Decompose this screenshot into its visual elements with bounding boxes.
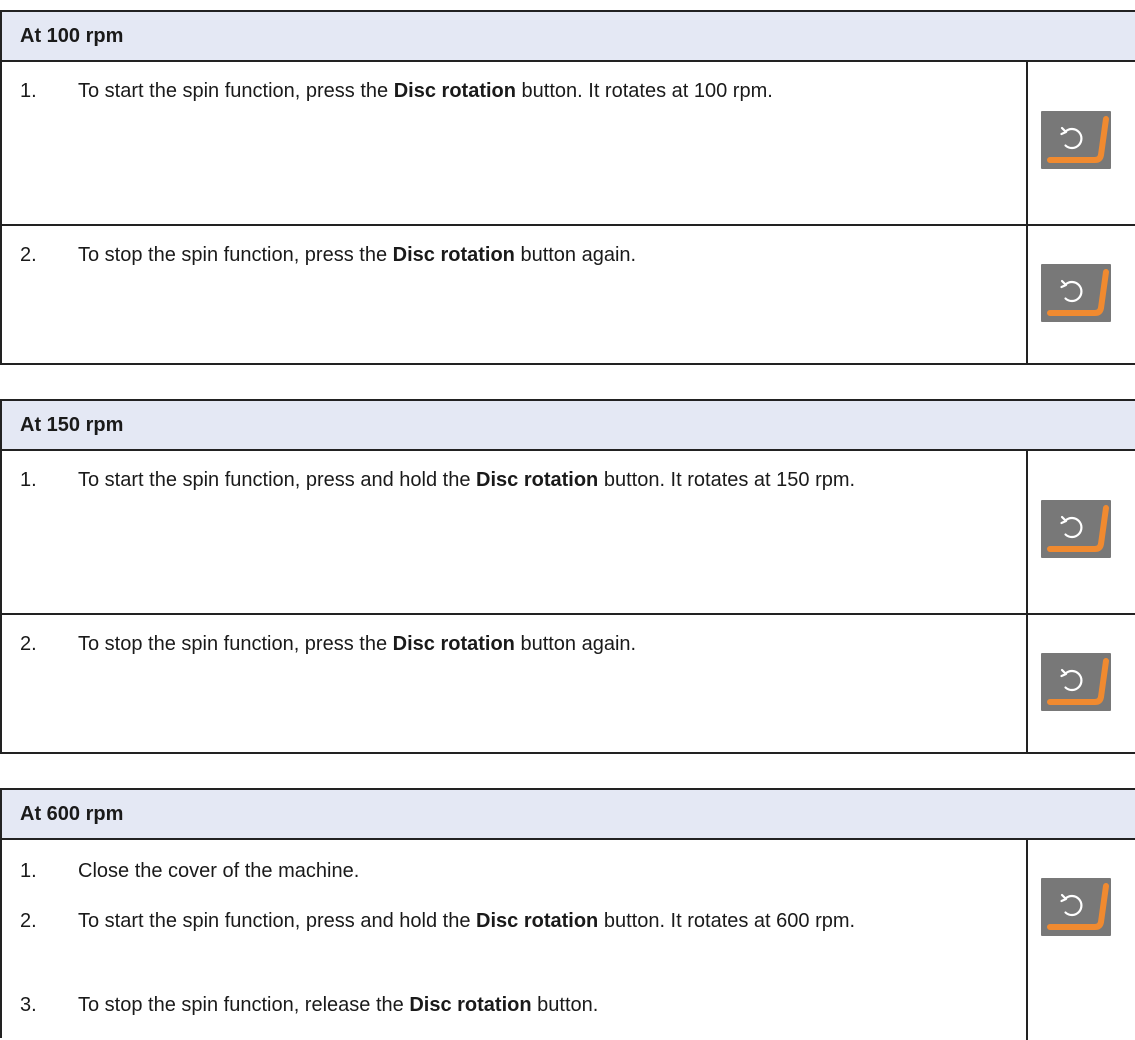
orange-accent-icon <box>1047 505 1109 552</box>
step-number: 3. <box>20 994 37 1016</box>
section-100-rpm: At 100 rpm 1. To start the spin function… <box>0 10 1135 365</box>
rotation-arrow-icon <box>1064 516 1083 539</box>
column-divider <box>1026 226 1028 363</box>
disc-rotation-button <box>1041 264 1111 322</box>
column-divider <box>1026 615 1028 752</box>
step-number: 1. <box>20 80 37 102</box>
column-divider <box>1026 451 1028 613</box>
orange-accent-icon <box>1047 658 1109 705</box>
rotation-arrow-icon <box>1064 894 1083 917</box>
section-600-rpm: At 600 rpm 1. Close the cover of the mac… <box>0 788 1135 1040</box>
section-title: At 600 rpm <box>2 790 1135 840</box>
column-divider <box>1026 840 1028 1040</box>
orange-accent-icon <box>1047 883 1109 930</box>
section-title: At 100 rpm <box>2 12 1135 62</box>
control-name: Disc rotation <box>392 633 515 655</box>
section-title: At 150 rpm <box>2 401 1135 451</box>
disc-rotation-button <box>1041 653 1111 711</box>
arrow-head-icon <box>1060 515 1068 525</box>
control-name: Disc rotation <box>476 469 599 491</box>
rotation-arrow-icon <box>1064 280 1083 303</box>
disc-rotation-icon <box>1047 883 1109 930</box>
step-row: 1. To start the spin function, press and… <box>2 451 1135 613</box>
rotation-arrow-icon <box>1064 669 1083 692</box>
disc-rotation-icon <box>1047 505 1109 552</box>
disc-rotation-button <box>1041 500 1111 558</box>
step-row: 1. To start the spin function, press the… <box>2 62 1135 224</box>
control-name: Disc rotation <box>392 244 515 266</box>
step-number: 1. <box>20 860 37 882</box>
arrow-head-icon <box>1060 893 1068 903</box>
step-row: 2. To stop the spin function, press the … <box>2 613 1135 752</box>
arrow-head-icon <box>1060 668 1068 678</box>
column-divider <box>1026 62 1028 224</box>
step-number: 2. <box>20 633 37 655</box>
step-row: 2. To stop the spin function, press the … <box>2 224 1135 363</box>
step-number: 2. <box>20 244 37 266</box>
disc-rotation-button <box>1041 878 1111 936</box>
disc-rotation-icon <box>1047 658 1109 705</box>
rotation-arrow-icon <box>1064 127 1083 150</box>
disc-rotation-icon <box>1047 269 1109 316</box>
control-name: Disc rotation <box>476 910 599 932</box>
orange-accent-icon <box>1047 269 1109 316</box>
arrow-head-icon <box>1060 279 1068 289</box>
step-number: 2. <box>20 910 37 932</box>
control-name: Disc rotation <box>393 80 516 102</box>
section-150-rpm: At 150 rpm 1. To start the spin function… <box>0 399 1135 754</box>
control-name: Disc rotation <box>409 994 532 1016</box>
arrow-head-icon <box>1060 126 1068 136</box>
step-number: 1. <box>20 469 37 491</box>
disc-rotation-button <box>1041 111 1111 169</box>
orange-accent-icon <box>1047 116 1109 163</box>
step-row: 1. Close the cover of the machine. 2. To… <box>2 840 1135 1040</box>
disc-rotation-icon <box>1047 116 1109 163</box>
